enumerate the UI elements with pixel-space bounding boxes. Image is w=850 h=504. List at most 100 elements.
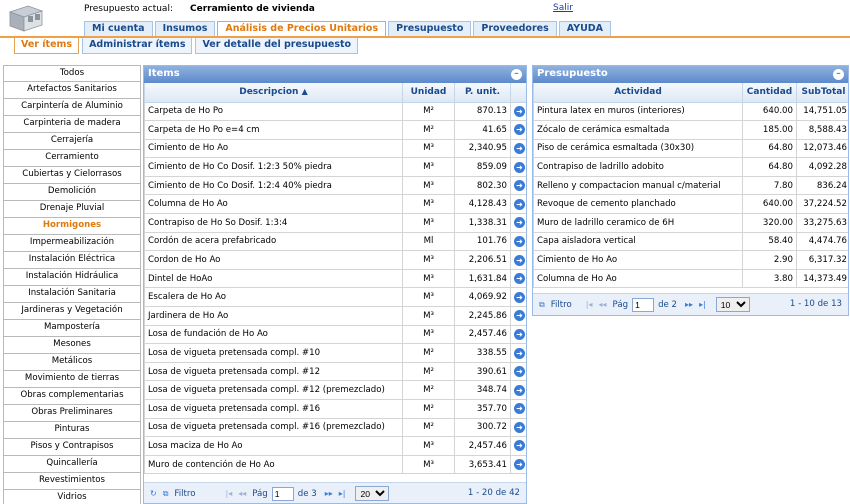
table-row[interactable]: Piso de cerámica esmaltada (30x30) 64.80 1… (533, 138, 848, 159)
subtab-ver-detalle[interactable]: Ver detalle del presupuesto (195, 38, 359, 54)
add-arrow-icon[interactable]: ➜ (514, 142, 525, 154)
table-row[interactable]: Pintura latex en muros (interiores) 640.0… (533, 101, 848, 122)
table-row[interactable]: Columna de Ho Ao 3.80 14,373.49 (533, 268, 848, 289)
prev-page-icon[interactable]: ◂◂ (238, 489, 246, 498)
refresh-icon[interactable]: ↻ (150, 489, 157, 498)
category-item[interactable]: Pisos y Contrapisos (3, 439, 141, 456)
add-arrow-icon[interactable]: ➜ (514, 198, 525, 210)
category-item[interactable]: Quincallería (3, 456, 141, 473)
last-page-icon[interactable]: ▸| (699, 300, 706, 309)
add-arrow-icon[interactable]: ➜ (514, 310, 525, 322)
table-row[interactable]: Zócalo de cerámica esmaltada 185.00 8,588.… (533, 120, 848, 140)
add-arrow-icon[interactable]: ➜ (514, 328, 525, 340)
category-item[interactable]: Cubiertas y Cielorrasos (3, 167, 141, 184)
add-arrow-icon[interactable]: ➜ (514, 161, 525, 173)
table-row[interactable]: Revoque de cemento planchado 640.00 37,224… (533, 194, 848, 215)
table-row[interactable]: Losa de fundación de Ho Ao M³ 2,457.46 ➜ (144, 324, 526, 345)
category-item[interactable]: Obras Preliminares (3, 405, 141, 422)
column-header-subtotal[interactable]: SubTotal (796, 83, 848, 103)
add-arrow-icon[interactable]: ➜ (514, 459, 525, 471)
filter-icon[interactable]: ⧉ (539, 300, 545, 310)
column-header-actividad[interactable]: Actividad (533, 83, 743, 103)
table-row[interactable]: Dintel de HoAo M³ 1,631.84 ➜ (144, 268, 526, 289)
add-arrow-icon[interactable]: ➜ (514, 366, 525, 378)
category-item[interactable]: Todos (3, 65, 141, 82)
table-row[interactable]: Muro de ladrillo ceramico de 6H 320.00 33,… (533, 213, 848, 233)
prev-page-icon[interactable]: ◂◂ (599, 300, 607, 309)
category-item[interactable]: Revestimientos (3, 473, 141, 490)
filter-link[interactable]: Filtro (174, 489, 195, 499)
first-page-icon[interactable]: |◂ (226, 489, 233, 498)
table-row[interactable]: Losa de vigueta pretensada compl. #16 M² 3… (144, 399, 526, 419)
category-item[interactable]: Jardineras y Vegetación (3, 303, 141, 320)
table-row[interactable]: Losa de vigueta pretensada compl. #12 M² 3… (144, 361, 526, 382)
first-page-icon[interactable]: |◂ (586, 300, 593, 309)
category-item[interactable]: Cerrajería (3, 133, 141, 150)
table-row[interactable]: Cimiento de Ho Co Dosif. 1:2:4 40% piedr… (144, 175, 526, 196)
category-item[interactable]: Instalación Hidráulica (3, 269, 141, 286)
page-input[interactable] (632, 297, 655, 312)
table-row[interactable]: Carpeta de Ho Po e=4 cm M² 41.65 ➜ (144, 120, 526, 140)
page-input[interactable] (271, 486, 294, 501)
table-row[interactable]: Losa de vigueta pretensada compl. #12 (p… (144, 380, 526, 400)
category-item[interactable]: Metálicos (3, 354, 141, 371)
table-row[interactable]: Escalera de Ho Ao M³ 4,069.92 ➜ (144, 287, 526, 308)
table-row[interactable]: Cimiento de Ho Co Dosif. 1:2:3 50% piedr… (144, 157, 526, 177)
logout-link[interactable]: Salir (553, 3, 573, 13)
table-row[interactable]: Cordon de Ho Ao M³ 2,206.51 ➜ (144, 250, 526, 270)
category-item[interactable]: Cerramiento (3, 150, 141, 167)
filter-icon[interactable]: ⧉ (163, 489, 169, 499)
table-row[interactable]: Jardinera de Ho Ao M³ 2,245.86 ➜ (144, 306, 526, 326)
add-arrow-icon[interactable]: ➜ (514, 440, 525, 452)
category-item[interactable]: Instalación Sanitaria (3, 286, 141, 303)
subtab-ver-items[interactable]: Ver ítems (14, 38, 80, 54)
last-page-icon[interactable]: ▸| (339, 489, 346, 498)
column-header-descripcion[interactable]: Descripcion ▲ (144, 83, 403, 103)
table-row[interactable]: Relleno y compactacion manual c/material… (533, 175, 848, 196)
subtab-administrar-items[interactable]: Administrar ítems (82, 38, 193, 54)
tab-analisis-precios[interactable]: Análisis de Precios Unitarios (217, 21, 387, 36)
add-arrow-icon[interactable]: ➜ (514, 384, 525, 396)
tab-mi-cuenta[interactable]: Mi cuenta (84, 21, 153, 36)
table-row[interactable]: Losa de vigueta pretensada compl. #10 M² 3… (144, 343, 526, 363)
category-item[interactable]: Carpinteria de madera (3, 116, 141, 133)
filter-link[interactable]: Filtro (551, 300, 572, 310)
add-arrow-icon[interactable]: ➜ (514, 254, 525, 266)
category-item[interactable]: Instalación Eléctrica (3, 252, 141, 269)
page-size-select[interactable]: 10 (715, 297, 750, 312)
category-item[interactable]: Drenaje Pluvial (3, 201, 141, 218)
table-row[interactable]: Carpeta de Ho Po M² 870.13 ➜ (144, 101, 526, 122)
category-item[interactable]: Artefactos Sanitarios (3, 82, 141, 99)
add-arrow-icon[interactable]: ➜ (514, 421, 525, 433)
add-arrow-icon[interactable]: ➜ (514, 291, 525, 303)
category-item[interactable]: Mampostería (3, 320, 141, 337)
add-arrow-icon[interactable]: ➜ (514, 180, 525, 192)
add-arrow-icon[interactable]: ➜ (514, 403, 525, 415)
next-page-icon[interactable]: ▸▸ (325, 489, 333, 498)
add-arrow-icon[interactable]: ➜ (514, 235, 525, 247)
category-item[interactable]: Hormigones (3, 218, 141, 235)
add-arrow-icon[interactable]: ➜ (514, 347, 525, 359)
category-item[interactable]: Impermeabilización (3, 235, 141, 252)
table-row[interactable]: Capa aisladora vertical 58.40 4,474.76 (533, 231, 848, 252)
tab-insumos[interactable]: Insumos (154, 21, 216, 36)
tab-proveedores[interactable]: Proveedores (473, 21, 557, 36)
add-arrow-icon[interactable]: ➜ (514, 105, 525, 117)
category-item[interactable]: Pinturas (3, 422, 141, 439)
column-header-unidad[interactable]: Unidad (402, 83, 455, 103)
category-item[interactable]: Demolición (3, 184, 141, 201)
category-item[interactable]: Carpintería de Aluminio (3, 99, 141, 116)
next-page-icon[interactable]: ▸▸ (685, 300, 693, 309)
add-arrow-icon[interactable]: ➜ (514, 217, 525, 229)
table-row[interactable]: Losa maciza de Ho Ao M³ 2,457.46 ➜ (144, 436, 526, 456)
table-row[interactable]: Cordón de acera prefabricado Ml 101.76 ➜ (144, 231, 526, 252)
category-item[interactable]: Movimiento de tierras (3, 371, 141, 388)
category-item[interactable]: Vidrios (3, 490, 141, 504)
add-arrow-icon[interactable]: ➜ (514, 273, 525, 285)
collapse-icon[interactable]: – (833, 69, 844, 80)
table-row[interactable]: Losa de vigueta pretensada compl. #16 (p… (144, 417, 526, 438)
add-arrow-icon[interactable]: ➜ (514, 124, 525, 136)
tab-ayuda[interactable]: AYUDA (558, 21, 612, 36)
column-header-precio[interactable]: P. unit. (454, 83, 511, 103)
category-item[interactable]: Obras complementarias (3, 388, 141, 405)
